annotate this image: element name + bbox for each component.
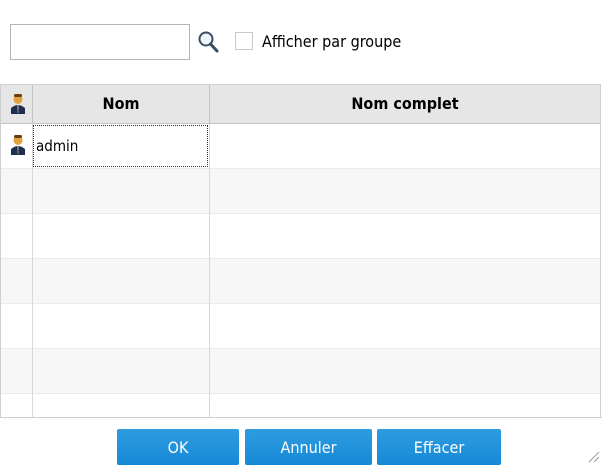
column-divider xyxy=(32,124,33,418)
clear-button[interactable]: Effacer xyxy=(377,429,501,465)
resize-grip-icon[interactable] xyxy=(586,449,600,463)
cancel-button[interactable]: Annuler xyxy=(245,429,372,465)
user-icon xyxy=(11,94,25,114)
empty-row xyxy=(1,349,600,394)
dialog-footer: OK Annuler Effacer xyxy=(0,417,602,465)
table-row[interactable]: admin xyxy=(1,124,600,169)
group-by-checkbox[interactable] xyxy=(235,32,253,50)
grid-header: Nom Nom complet xyxy=(1,85,600,124)
column-header-nom[interactable]: Nom xyxy=(33,85,209,123)
user-grid: Nom Nom complet admin xyxy=(0,84,601,418)
column-divider xyxy=(209,124,210,418)
search-icon[interactable] xyxy=(197,30,219,54)
empty-row xyxy=(1,259,600,304)
column-header-nom-complet[interactable]: Nom complet xyxy=(210,85,600,123)
search-input[interactable] xyxy=(10,24,190,60)
column-divider xyxy=(209,85,210,123)
empty-row xyxy=(1,304,600,349)
empty-row xyxy=(1,214,600,259)
ok-button[interactable]: OK xyxy=(117,429,239,465)
user-icon xyxy=(11,135,25,155)
cell-name: admin xyxy=(36,137,79,155)
empty-row xyxy=(1,169,600,214)
column-divider xyxy=(32,85,33,123)
group-by-label: Afficher par groupe xyxy=(262,32,402,51)
